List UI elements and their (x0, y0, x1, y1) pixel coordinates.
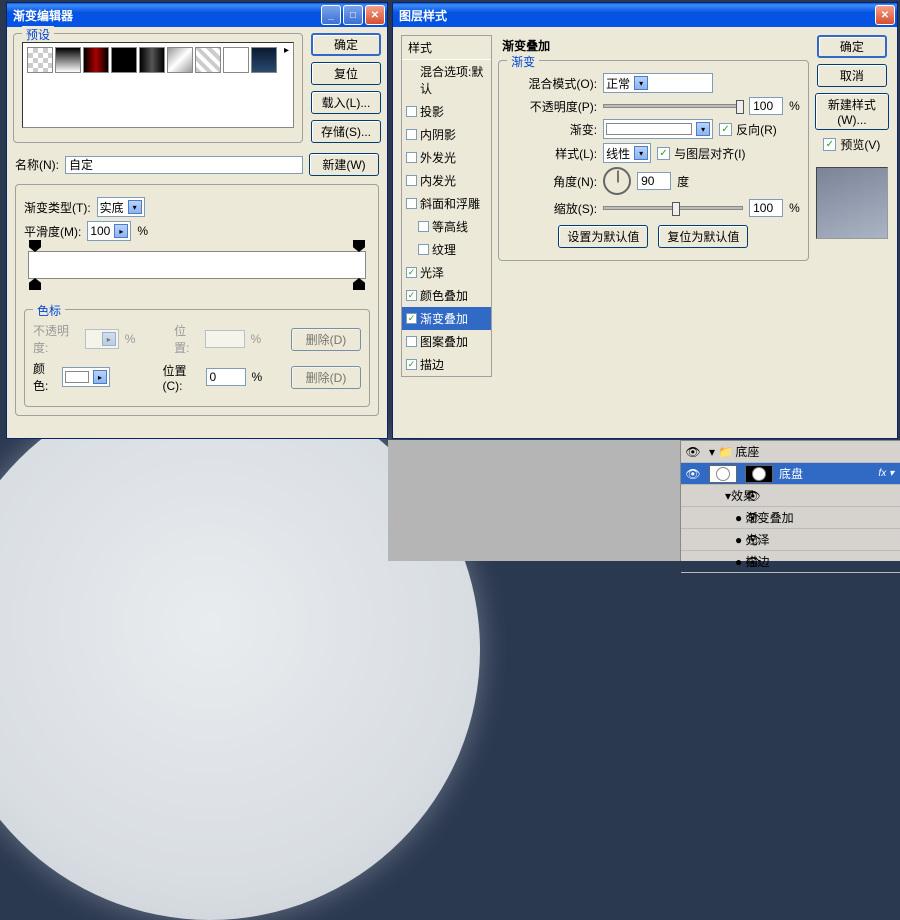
delete-stop-1: 删除(D) (291, 328, 361, 351)
layer-effect-item[interactable]: 👁● 描边 (681, 551, 900, 573)
layer-effect-item[interactable]: 👁● 渐变叠加 (681, 507, 900, 529)
style-item[interactable]: ✓渐变叠加 (402, 307, 491, 330)
reset-button[interactable]: 复位 (311, 62, 381, 85)
titlebar[interactable]: 渐变编辑器 _ □ ✕ (7, 3, 387, 27)
checkbox[interactable] (406, 106, 417, 117)
gradient-bar[interactable] (28, 251, 366, 279)
checkbox[interactable]: ✓ (406, 359, 417, 370)
scale-slider[interactable] (603, 206, 743, 210)
angle-dial[interactable] (603, 167, 631, 195)
layer-selected[interactable]: 👁 底盘 fx ▾ (681, 463, 900, 485)
eye-icon[interactable]: 👁 (681, 445, 705, 459)
checkbox[interactable]: ✓ (406, 313, 417, 324)
style-item[interactable]: 斜面和浮雕 (402, 192, 491, 215)
checkbox[interactable] (418, 221, 429, 232)
style-item[interactable]: 纹理 (402, 238, 491, 261)
reset-default-button[interactable]: 复位为默认值 (658, 225, 748, 248)
opacity-slider[interactable] (603, 104, 743, 108)
delete-stop-2: 删除(D) (291, 366, 361, 389)
style-item[interactable]: 投影 (402, 100, 491, 123)
reverse-checkbox[interactable]: ✓反向(R) (719, 121, 777, 138)
panel-title: 渐变叠加 (502, 37, 809, 54)
stop-opacity: ▸ (85, 329, 119, 349)
layer-effect-item[interactable]: 👁● 光泽 (681, 529, 900, 551)
layer-effects[interactable]: 👁▾ 效果 (681, 485, 900, 507)
blend-mode-select[interactable]: 正常▾ (603, 73, 713, 93)
ok-button[interactable]: 确定 (311, 33, 381, 56)
stop-pos2[interactable] (206, 368, 246, 386)
scale-input[interactable] (749, 199, 783, 217)
style-item[interactable]: 内阴影 (402, 123, 491, 146)
opacity-input[interactable] (749, 97, 783, 115)
checkbox[interactable] (418, 244, 429, 255)
style-item[interactable]: ✓光泽 (402, 261, 491, 284)
checkbox[interactable] (406, 336, 417, 347)
stop-color[interactable]: ▸ (62, 367, 110, 387)
name-input[interactable] (65, 156, 303, 174)
style-item[interactable]: 图案叠加 (402, 330, 491, 353)
style-item[interactable]: 等高线 (402, 215, 491, 238)
preset-swatches[interactable]: ▸ (22, 42, 294, 128)
checkbox[interactable] (406, 152, 417, 163)
preview-box (816, 167, 888, 239)
new-style-button[interactable]: 新建样式(W)... (815, 93, 889, 130)
checkbox[interactable]: ✓ (406, 267, 417, 278)
set-default-button[interactable]: 设置为默认值 (558, 225, 648, 248)
window-title: 渐变编辑器 (13, 7, 321, 24)
presets-group: 预设 ▸ (13, 33, 303, 143)
flyout-icon[interactable]: ▸ (284, 45, 289, 56)
close-button[interactable]: ✕ (365, 5, 385, 25)
smoothness-input[interactable]: 100▸ (87, 221, 131, 241)
gradient-type-select[interactable]: 实底▾ (97, 197, 145, 217)
ok-button[interactable]: 确定 (817, 35, 887, 58)
style-item[interactable]: 外发光 (402, 146, 491, 169)
chevron-down-icon: ▾ (634, 76, 648, 90)
maximize-button[interactable]: □ (343, 5, 363, 25)
cancel-button[interactable]: 取消 (817, 64, 887, 87)
style-item[interactable]: 内发光 (402, 169, 491, 192)
style-item[interactable]: ✓颜色叠加 (402, 284, 491, 307)
minimize-button[interactable]: _ (321, 5, 341, 25)
save-button[interactable]: 存储(S)... (311, 120, 381, 143)
align-checkbox[interactable]: ✓与图层对齐(I) (657, 145, 745, 162)
preview-checkbox[interactable]: ✓预览(V) (823, 136, 880, 153)
checkbox[interactable] (406, 129, 417, 140)
stop-pos1 (205, 330, 245, 348)
new-button[interactable]: 新建(W) (309, 153, 379, 176)
style-item[interactable]: 混合选项:默认 (402, 60, 491, 100)
load-button[interactable]: 载入(L)... (311, 91, 381, 114)
checkbox[interactable] (406, 175, 417, 186)
checkbox[interactable]: ✓ (406, 290, 417, 301)
angle-input[interactable] (637, 172, 671, 190)
style-select[interactable]: 线性▾ (603, 143, 651, 163)
layer-style-dialog: 图层样式 ✕ 样式 混合选项:默认投影内阴影外发光内发光斜面和浮雕等高线纹理✓光… (392, 2, 898, 439)
gradient-picker[interactable]: ▾ (603, 119, 713, 139)
gradient-editor-dialog: 渐变编辑器 _ □ ✕ 预设 ▸ 确定 复位 载 (6, 2, 388, 439)
layers-panel: 👁 ▾ 📁 底座 👁 底盘 fx ▾ 👁▾ 效果 👁● 渐变叠加👁● 光泽👁● … (680, 440, 900, 561)
style-item[interactable]: ✓描边 (402, 353, 491, 376)
close-button[interactable]: ✕ (875, 5, 895, 25)
titlebar[interactable]: 图层样式 ✕ (393, 3, 897, 27)
style-list: 样式 混合选项:默认投影内阴影外发光内发光斜面和浮雕等高线纹理✓光泽✓颜色叠加✓… (401, 35, 492, 377)
chevron-down-icon: ▾ (128, 200, 142, 214)
eye-icon[interactable]: 👁 (681, 467, 705, 481)
checkbox[interactable] (406, 198, 417, 209)
layer-folder[interactable]: 👁 ▾ 📁 底座 (681, 441, 900, 463)
